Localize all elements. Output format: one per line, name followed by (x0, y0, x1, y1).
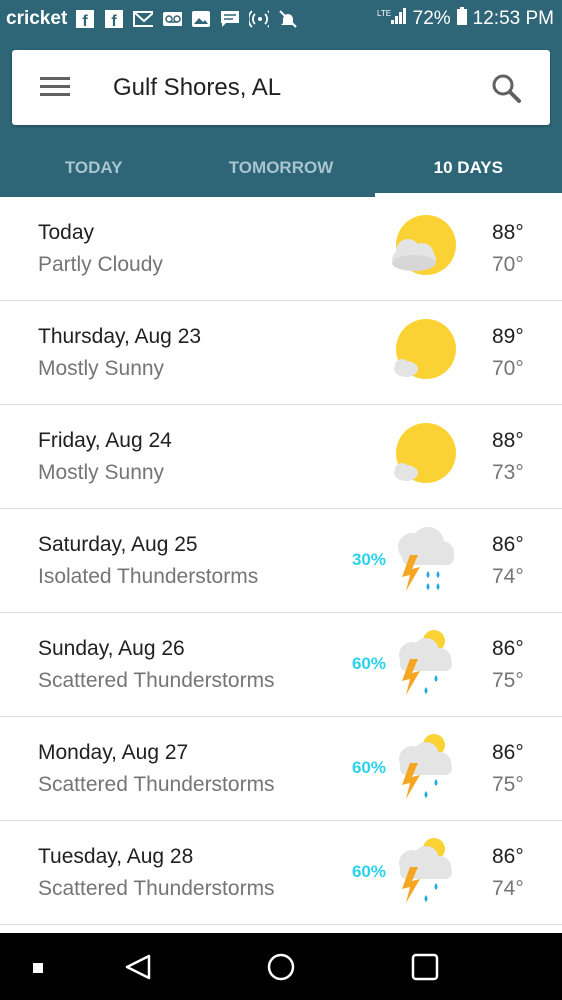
facebook-icon: f (104, 10, 124, 28)
partly-cloudy-icon (388, 213, 460, 285)
app-header: Gulf Shores, AL TODAY TOMORROW 10 DAYS (0, 38, 562, 197)
signal-icon: LTE (377, 7, 407, 31)
image-icon (191, 10, 211, 28)
forecast-condition: Isolated Thunderstorms (38, 565, 259, 588)
forecast-row[interactable]: Sunday, Aug 26 Scattered Thunderstorms 6… (0, 613, 562, 717)
svg-text:f: f (112, 13, 118, 28)
forecast-high: 86° (492, 533, 524, 556)
forecast-low: 70° (492, 357, 524, 380)
network-label: LTE (377, 9, 391, 18)
home-icon[interactable] (267, 953, 295, 986)
precip-chance: 60% (351, 758, 386, 777)
forecast-condition: Scattered Thunderstorms (38, 773, 275, 796)
scattered-thunderstorm-icon (388, 629, 460, 701)
overview-icon[interactable] (411, 953, 439, 986)
gmail-icon (133, 10, 154, 28)
facebook-icon: f (75, 10, 95, 28)
forecast-high: 88° (492, 429, 524, 452)
tab-bar: TODAY TOMORROW 10 DAYS (0, 138, 562, 197)
forecast-day: Today (38, 221, 95, 244)
forecast-row[interactable]: Today Partly Cloudy 88° 70° (0, 197, 562, 301)
forecast-low: 74° (492, 565, 524, 588)
forecast-row[interactable]: Saturday, Aug 25 Isolated Thunderstorms … (0, 509, 562, 613)
hotspot-icon (249, 10, 270, 28)
forecast-day: Saturday, Aug 25 (38, 533, 198, 556)
forecast-day: Thursday, Aug 23 (38, 325, 202, 348)
search-icon[interactable] (490, 72, 522, 104)
clock: 12:53 PM (472, 8, 554, 29)
location-text[interactable]: Gulf Shores, AL (113, 74, 281, 102)
forecast-low: 73° (492, 461, 524, 484)
search-bar[interactable]: Gulf Shores, AL (12, 50, 550, 125)
battery-percent: 72% (412, 8, 451, 29)
scattered-thunderstorm-icon (388, 837, 460, 909)
forecast-high: 88° (492, 221, 524, 244)
notification-icons: f f (75, 10, 298, 28)
carrier-label: cricket (6, 8, 68, 29)
forecast-condition: Mostly Sunny (38, 461, 165, 484)
forecast-high: 86° (492, 741, 524, 764)
tab-10-days[interactable]: 10 DAYS (374, 138, 562, 197)
system-nav-bar (0, 933, 562, 1000)
thunderstorm-icon (388, 525, 460, 597)
forecast-day: Tuesday, Aug 28 (38, 845, 194, 868)
precip-chance: 60% (351, 862, 386, 881)
recent-apps-dot-icon[interactable] (32, 961, 44, 979)
forecast-low: 74° (492, 877, 524, 900)
message-icon (220, 10, 240, 28)
forecast-condition: Scattered Thunderstorms (38, 669, 275, 692)
forecast-high: 86° (492, 637, 524, 660)
battery-icon (456, 7, 467, 31)
forecast-low: 75° (492, 773, 524, 796)
precip-chance: 60% (351, 654, 386, 673)
status-bar: cricket f f LTE 72% 12:53 PM (0, 0, 562, 38)
mostly-sunny-icon (388, 421, 460, 493)
forecast-condition: Mostly Sunny (38, 357, 165, 380)
forecast-low: 70° (492, 253, 524, 276)
forecast-high: 86° (492, 845, 524, 868)
forecast-row[interactable]: Thursday, Aug 23 Mostly Sunny 89° 70° (0, 301, 562, 405)
forecast-row[interactable]: Tuesday, Aug 28 Scattered Thunderstorms … (0, 821, 562, 925)
scattered-thunderstorm-icon (388, 733, 460, 805)
svg-text:f: f (83, 13, 89, 28)
forecast-condition: Scattered Thunderstorms (38, 877, 275, 900)
forecast-high: 89° (492, 325, 524, 348)
forecast-day: Monday, Aug 27 (38, 741, 189, 764)
back-icon[interactable] (124, 953, 152, 986)
tab-tomorrow[interactable]: TOMORROW (187, 138, 374, 197)
mute-icon (278, 10, 298, 28)
menu-icon[interactable] (40, 76, 70, 98)
forecast-list: Today Partly Cloudy 88° 70° Thursday, Au… (0, 197, 562, 925)
status-right: LTE 72% 12:53 PM (377, 7, 554, 31)
forecast-day: Friday, Aug 24 (38, 429, 172, 452)
forecast-day: Sunday, Aug 26 (38, 637, 185, 660)
precip-chance: 30% (351, 550, 386, 569)
mostly-sunny-icon (388, 317, 460, 389)
tab-today[interactable]: TODAY (0, 138, 187, 197)
forecast-condition: Partly Cloudy (38, 253, 163, 276)
forecast-row[interactable]: Friday, Aug 24 Mostly Sunny 88° 73° (0, 405, 562, 509)
forecast-low: 75° (492, 669, 524, 692)
forecast-row[interactable]: Monday, Aug 27 Scattered Thunderstorms 6… (0, 717, 562, 821)
voicemail-icon (162, 10, 183, 28)
